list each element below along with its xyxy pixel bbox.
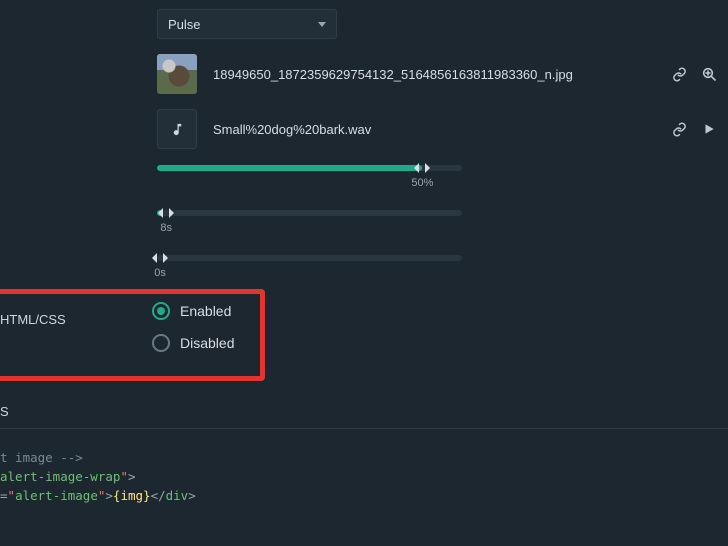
radio-enabled-label: Enabled: [180, 303, 231, 319]
image-thumbnail[interactable]: [157, 54, 197, 94]
animation-dropdown[interactable]: Pulse: [157, 9, 337, 39]
radio-icon: [152, 302, 170, 320]
music-note-icon[interactable]: [157, 109, 197, 149]
htmlcss-radio-group: Enabled Disabled: [152, 302, 234, 352]
caret-down-icon: [318, 22, 326, 27]
radio-icon: [152, 334, 170, 352]
volume-slider[interactable]: 50%: [157, 165, 462, 171]
htmlcss-section-label: HTML/CSS: [0, 312, 66, 327]
code-line-1: t image -->: [0, 450, 83, 465]
duration1-value: 8s: [160, 222, 172, 234]
image-file-name: 18949650_1872359629754132_51648561638119…: [213, 67, 671, 82]
code-line-3: ="alert-image">{img}</div>: [0, 488, 196, 503]
code-editor[interactable]: t image --> alert-image-wrap"> ="alert-i…: [0, 448, 728, 505]
animation-dropdown-label: Pulse: [168, 17, 201, 32]
zoom-icon[interactable]: [701, 66, 717, 82]
duration1-slider[interactable]: 8s: [157, 210, 462, 216]
code-line-2: alert-image-wrap">: [0, 469, 135, 484]
link-icon[interactable]: [671, 121, 687, 137]
audio-file-name: Small%20dog%20bark.wav: [213, 122, 671, 137]
radio-disabled-label: Disabled: [180, 335, 234, 351]
audio-file-row: Small%20dog%20bark.wav: [157, 109, 717, 149]
image-file-row: 18949650_1872359629754132_51648561638119…: [157, 54, 717, 94]
css-section-label: S: [0, 404, 9, 419]
duration2-value: 0s: [154, 267, 166, 279]
slider-handle[interactable]: [416, 161, 428, 175]
divider: [0, 428, 728, 429]
radio-enabled[interactable]: Enabled: [152, 302, 234, 320]
radio-disabled[interactable]: Disabled: [152, 334, 234, 352]
slider-handle[interactable]: [154, 251, 166, 265]
link-icon[interactable]: [671, 66, 687, 82]
play-icon[interactable]: [701, 121, 717, 137]
slider-handle[interactable]: [160, 206, 172, 220]
volume-value: 50%: [411, 177, 433, 189]
duration2-slider[interactable]: 0s: [157, 255, 462, 261]
